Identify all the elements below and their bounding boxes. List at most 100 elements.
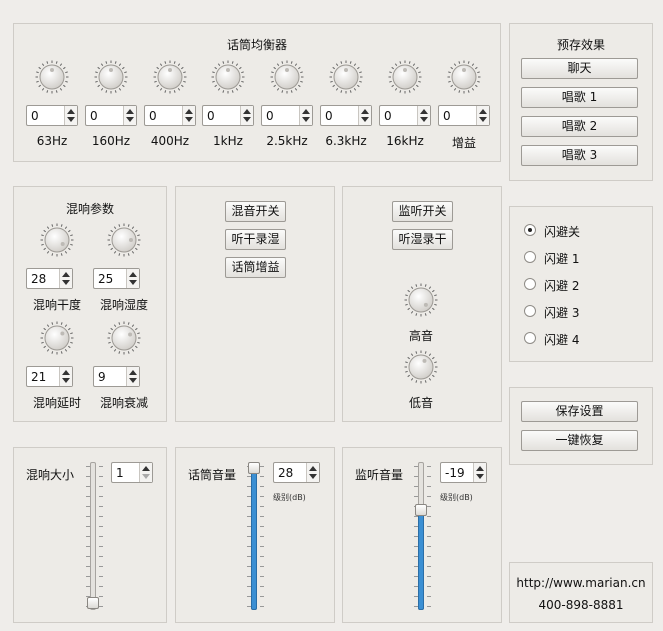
spin-down-icon[interactable] bbox=[361, 117, 369, 122]
reverb-spinbox[interactable]: 21 bbox=[26, 366, 73, 387]
radio-indicator[interactable] bbox=[524, 251, 536, 263]
preset-sing1-button[interactable]: 唱歌 1 bbox=[521, 87, 638, 108]
spinbox-arrows[interactable] bbox=[473, 463, 486, 482]
preset-sing2-button[interactable]: 唱歌 2 bbox=[521, 116, 638, 137]
eq-band-spinbox[interactable]: 0 bbox=[261, 105, 313, 126]
spinbox-value[interactable]: 28 bbox=[278, 466, 293, 480]
spin-up-icon[interactable] bbox=[185, 109, 193, 114]
spinbox-value[interactable]: 0 bbox=[266, 109, 274, 123]
spinbox-arrows[interactable] bbox=[299, 106, 312, 125]
eq-band-spinbox[interactable]: 0 bbox=[320, 105, 372, 126]
reverb-spinbox[interactable]: 25 bbox=[93, 268, 140, 289]
reverb-size-slider-track[interactable] bbox=[90, 462, 96, 610]
spin-down-icon[interactable] bbox=[62, 378, 70, 383]
eq-band-spinbox[interactable]: 0 bbox=[26, 105, 78, 126]
spinbox-value[interactable]: 1 bbox=[116, 466, 124, 480]
website-link[interactable]: http://www.marian.cn bbox=[510, 576, 652, 590]
save-settings-button[interactable]: 保存设置 bbox=[521, 401, 638, 422]
listen-dry-record-wet-button[interactable]: 听干录湿 bbox=[225, 229, 286, 250]
spin-up-icon[interactable] bbox=[476, 466, 484, 471]
reverb-knob[interactable] bbox=[40, 321, 74, 355]
spin-up-icon[interactable] bbox=[129, 272, 137, 277]
reverb-spinbox[interactable]: 28 bbox=[26, 268, 73, 289]
spin-up-icon[interactable] bbox=[361, 109, 369, 114]
spinbox-arrows[interactable] bbox=[476, 106, 489, 125]
monitor-volume-slider-handle[interactable] bbox=[415, 504, 427, 516]
spin-down-icon[interactable] bbox=[67, 117, 75, 122]
spinbox-arrows[interactable] bbox=[123, 106, 136, 125]
spin-up-icon[interactable] bbox=[62, 370, 70, 375]
spin-down-icon[interactable] bbox=[126, 117, 134, 122]
spin-down-icon[interactable] bbox=[302, 117, 310, 122]
monitor-volume-spinbox[interactable]: -19 bbox=[440, 462, 487, 483]
spin-up-icon[interactable] bbox=[309, 466, 317, 471]
monitor-toggle-button[interactable]: 监听开关 bbox=[392, 201, 453, 222]
spin-up-icon[interactable] bbox=[302, 109, 310, 114]
spin-down-icon[interactable] bbox=[476, 474, 484, 479]
eq-band-knob[interactable] bbox=[270, 60, 304, 94]
eq-band-knob[interactable] bbox=[329, 60, 363, 94]
reverb-size-spinbox[interactable]: 1 bbox=[111, 462, 153, 483]
spinbox-value[interactable]: 0 bbox=[325, 109, 333, 123]
spinbox-value[interactable]: 0 bbox=[207, 109, 215, 123]
eq-band-knob[interactable] bbox=[211, 60, 245, 94]
spinbox-value[interactable]: 0 bbox=[443, 109, 451, 123]
spinbox-arrows[interactable] bbox=[182, 106, 195, 125]
eq-band-knob[interactable] bbox=[35, 60, 69, 94]
spinbox-value[interactable]: 28 bbox=[31, 272, 46, 286]
radio-indicator[interactable] bbox=[524, 305, 536, 317]
reverb-knob[interactable] bbox=[107, 321, 141, 355]
eq-band-spinbox[interactable]: 0 bbox=[144, 105, 196, 126]
spin-down-icon[interactable] bbox=[243, 117, 251, 122]
listen-wet-record-dry-button[interactable]: 听湿录干 bbox=[392, 229, 453, 250]
spin-down-icon[interactable] bbox=[185, 117, 193, 122]
spinbox-value[interactable]: 0 bbox=[31, 109, 39, 123]
spinbox-arrows[interactable] bbox=[126, 367, 139, 386]
spinbox-arrows[interactable] bbox=[64, 106, 77, 125]
treble-knob[interactable] bbox=[404, 283, 438, 317]
eq-band-spinbox[interactable]: 0 bbox=[379, 105, 431, 126]
spinbox-value[interactable]: 9 bbox=[98, 370, 106, 384]
spin-down-icon[interactable] bbox=[309, 474, 317, 479]
eq-band-spinbox[interactable]: 0 bbox=[202, 105, 254, 126]
radio-indicator[interactable] bbox=[524, 332, 536, 344]
spin-up-icon[interactable] bbox=[420, 109, 428, 114]
mic-gain-button[interactable]: 话筒增益 bbox=[225, 257, 286, 278]
spin-down-icon[interactable] bbox=[129, 280, 137, 285]
spin-down-icon[interactable] bbox=[420, 117, 428, 122]
radio-indicator[interactable] bbox=[524, 278, 536, 290]
spinbox-value[interactable]: 0 bbox=[90, 109, 98, 123]
spinbox-arrows[interactable] bbox=[306, 463, 319, 482]
reverb-spinbox[interactable]: 9 bbox=[93, 366, 140, 387]
bass-knob[interactable] bbox=[404, 350, 438, 384]
preset-chat-button[interactable]: 聊天 bbox=[521, 58, 638, 79]
spin-down-icon[interactable] bbox=[479, 117, 487, 122]
spinbox-arrows[interactable] bbox=[139, 463, 152, 482]
eq-band-knob[interactable] bbox=[447, 60, 481, 94]
spin-down-icon[interactable] bbox=[129, 378, 137, 383]
eq-band-spinbox[interactable]: 0 bbox=[85, 105, 137, 126]
spinbox-arrows[interactable] bbox=[126, 269, 139, 288]
reverb-knob[interactable] bbox=[40, 223, 74, 257]
spinbox-value[interactable]: 0 bbox=[384, 109, 392, 123]
reverb-size-slider-handle[interactable] bbox=[87, 597, 99, 609]
spinbox-arrows[interactable] bbox=[358, 106, 371, 125]
spinbox-arrows[interactable] bbox=[417, 106, 430, 125]
spin-down-icon[interactable] bbox=[142, 474, 150, 479]
spin-up-icon[interactable] bbox=[243, 109, 251, 114]
preset-sing3-button[interactable]: 唱歌 3 bbox=[521, 145, 638, 166]
spin-up-icon[interactable] bbox=[126, 109, 134, 114]
spin-up-icon[interactable] bbox=[479, 109, 487, 114]
eq-band-knob[interactable] bbox=[388, 60, 422, 94]
eq-band-spinbox[interactable]: 0 bbox=[438, 105, 490, 126]
restore-defaults-button[interactable]: 一键恢复 bbox=[521, 430, 638, 451]
spin-up-icon[interactable] bbox=[129, 370, 137, 375]
spinbox-value[interactable]: 25 bbox=[98, 272, 113, 286]
spinbox-value[interactable]: 0 bbox=[149, 109, 157, 123]
spin-down-icon[interactable] bbox=[62, 280, 70, 285]
spinbox-value[interactable]: 21 bbox=[31, 370, 46, 384]
spinbox-value[interactable]: -19 bbox=[445, 466, 465, 480]
spin-up-icon[interactable] bbox=[67, 109, 75, 114]
mic-volume-slider-handle[interactable] bbox=[248, 462, 260, 474]
mic-volume-spinbox[interactable]: 28 bbox=[273, 462, 320, 483]
